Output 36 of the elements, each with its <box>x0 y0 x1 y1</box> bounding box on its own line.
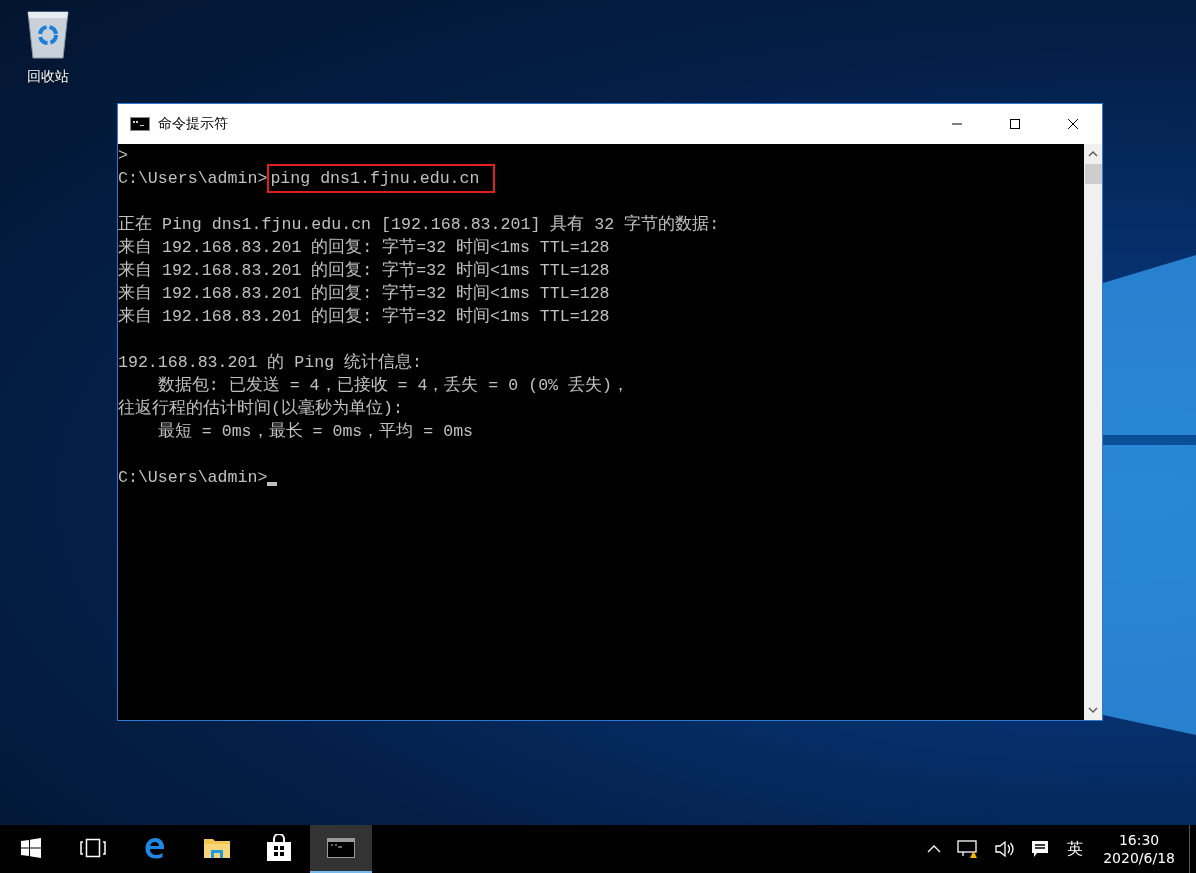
speaker-icon[interactable] <box>995 840 1016 858</box>
task-view-icon <box>80 838 106 858</box>
console-line: 来自 192.168.83.201 的回复: 字节=32 时间<1ms TTL=128 <box>118 236 611 259</box>
command-text: ping dns1.fjnu.edu.cn <box>270 167 492 190</box>
console-icon <box>130 117 150 131</box>
console-line: 来自 192.168.83.201 的回复: 字节=32 时间<1ms TTL=128 <box>118 259 611 282</box>
shopping-bag-icon <box>266 834 292 862</box>
desktop-icon-label[interactable]: 回收站 <box>27 68 69 86</box>
close-icon <box>1067 118 1079 130</box>
clock[interactable]: 16:30 2020/6/18 <box>1103 831 1175 867</box>
input-method-indicator[interactable]: 英 <box>1067 838 1084 860</box>
scrollbar-thumb[interactable] <box>1084 164 1102 184</box>
console-line: 来自 192.168.83.201 的回复: 字节=32 时间<1ms TTL=128 <box>118 305 611 328</box>
network-warning-icon[interactable] <box>957 839 980 859</box>
console-prompt: C:\Users\admin> <box>118 168 268 190</box>
console-line: 正在 Ping dns1.fjnu.edu.cn [192.168.83.201] 具有 32 字节的数据: <box>118 213 721 236</box>
console-line: 往返行程的估计时间(以毫秒为单位): <box>118 397 404 420</box>
console-line: 192.168.83.201 的 Ping 统计信息: <box>118 352 424 374</box>
scroll-down-icon[interactable] <box>1088 707 1098 713</box>
maximize-icon <box>1009 118 1021 130</box>
console-line: 数据包: 已发送 = 4，已接收 = 4，丢失 = 0 (0% 丢失)， <box>156 375 630 397</box>
taskbar-app[interactable] <box>310 825 372 873</box>
console-line: > <box>118 145 129 167</box>
console-line: 最短 = 0ms，最长 = 0ms，平均 = 0ms <box>156 421 475 443</box>
browser-e-icon <box>143 836 167 860</box>
recycle-bin-icon[interactable] <box>25 8 71 60</box>
console-prompt: C:\Users\admin> <box>118 467 268 489</box>
chevron-up-icon[interactable] <box>927 845 942 853</box>
notification-icon[interactable] <box>1031 840 1050 858</box>
console-line: 来自 192.168.83.201 的回复: 字节=32 时间<1ms TTL=128 <box>118 282 611 305</box>
windows-logo-icon <box>21 838 41 858</box>
console-icon <box>327 838 355 858</box>
scroll-up-icon[interactable] <box>1088 151 1098 157</box>
window-title: 命令提示符 <box>158 115 228 133</box>
scrollbar[interactable] <box>1084 144 1102 720</box>
folder-icon <box>203 836 231 860</box>
